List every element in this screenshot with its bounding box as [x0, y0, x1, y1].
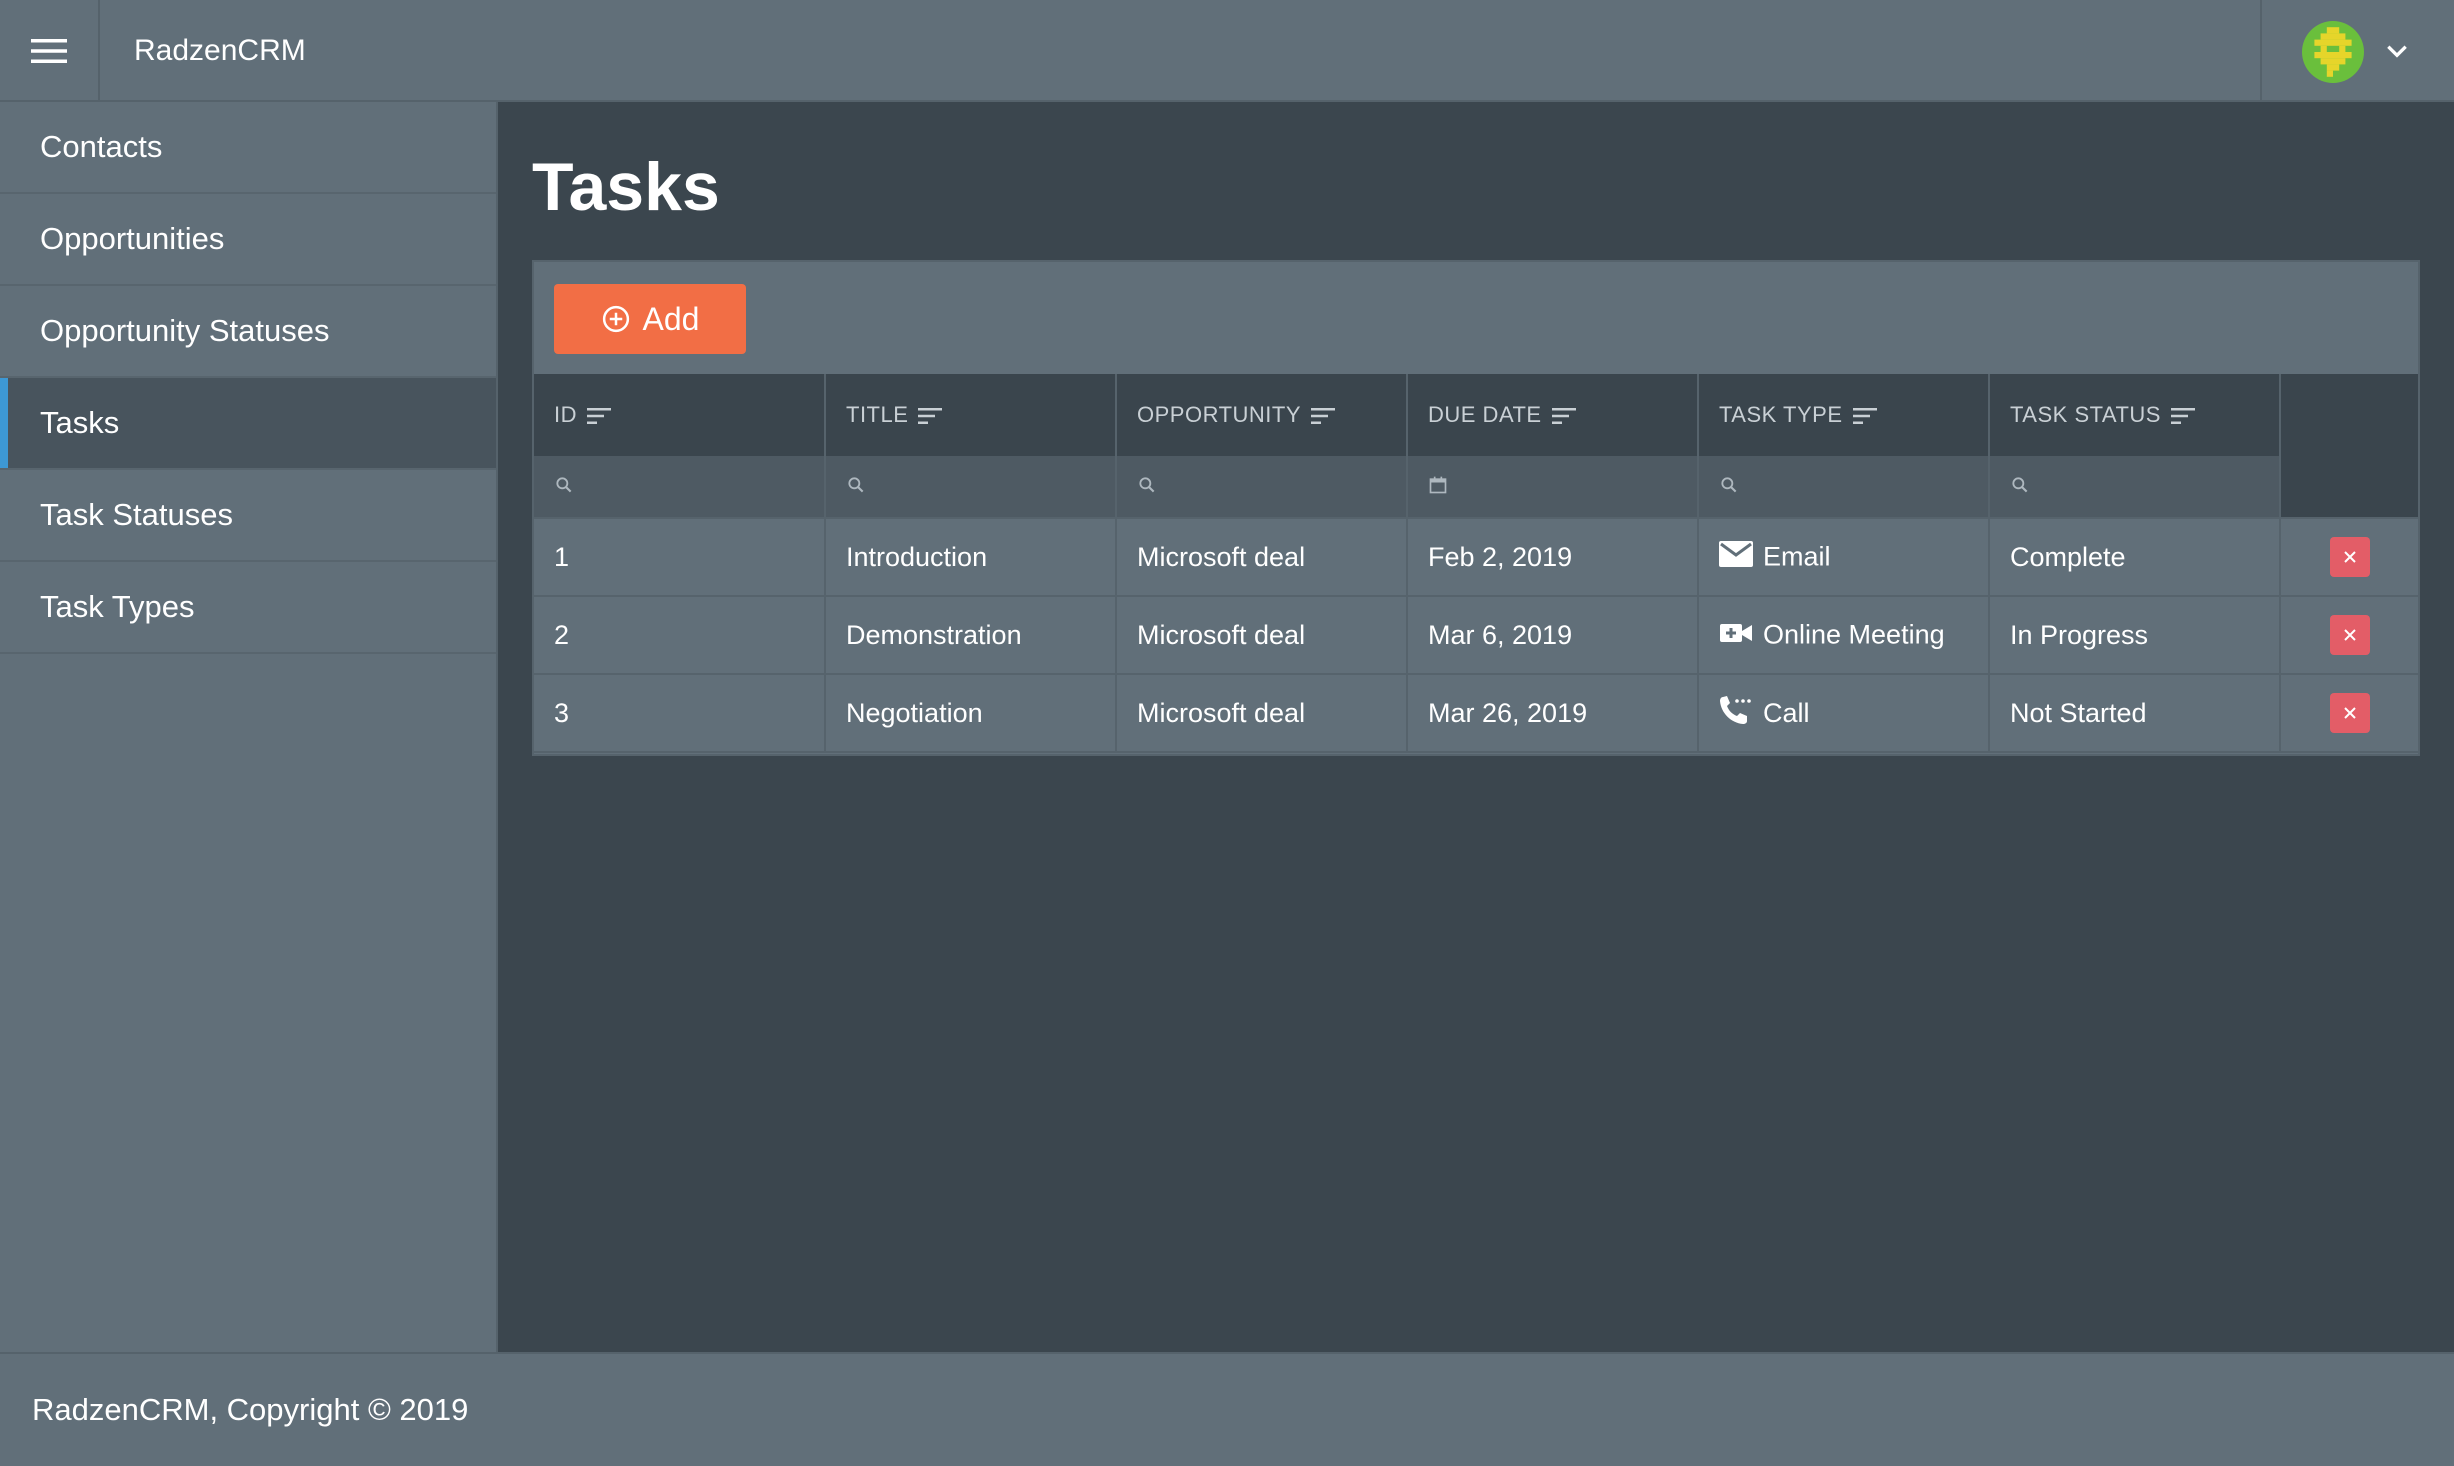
table-row[interactable]: 3 Negotiation Microsoft deal Mar 26, 201…: [534, 674, 2418, 753]
filter-id[interactable]: [534, 456, 826, 519]
cell-task-type: Email: [1698, 518, 1990, 597]
table-row[interactable]: 2 Demonstration Microsoft deal Mar 6, 20…: [534, 596, 2418, 675]
cell-due-date: Mar 6, 2019: [1407, 596, 1699, 675]
cell-id: 1: [534, 518, 826, 597]
filter-due-date[interactable]: [1407, 456, 1699, 519]
sidebar-item-contacts[interactable]: Contacts: [0, 102, 496, 194]
cell-opportunity: Microsoft deal: [1116, 596, 1408, 675]
delete-button[interactable]: [2329, 537, 2370, 577]
column-label-opportunity: OPPORTUNITY: [1137, 402, 1302, 428]
sidebar-item-tasks[interactable]: Tasks: [0, 378, 496, 470]
filter-opportunity[interactable]: [1116, 456, 1408, 519]
grid-toolbar: Add: [534, 262, 2418, 374]
app-root: RadzenCRM Contacts Opportunities Opportu…: [0, 0, 2454, 1466]
app-brand: RadzenCRM: [134, 34, 306, 67]
sidebar-item-opportunity-statuses[interactable]: Opportunity Statuses: [0, 286, 496, 378]
delete-button[interactable]: [2329, 615, 2370, 655]
column-header-opportunity[interactable]: OPPORTUNITY: [1116, 374, 1408, 456]
sidebar-item-task-statuses[interactable]: Task Statuses: [0, 470, 496, 562]
filter-row: [534, 456, 2418, 519]
tasks-grid: Add ID TITLE OPPORTUNITY DUE DATE TASK T…: [532, 260, 2420, 756]
cell-task-status: In Progress: [1989, 596, 2281, 675]
sidebar-item-task-types[interactable]: Task Types: [0, 562, 496, 654]
search-icon: [848, 477, 864, 493]
column-label-due-date: DUE DATE: [1428, 402, 1542, 428]
search-icon: [1721, 477, 1737, 493]
sort-icon: [1311, 407, 1336, 424]
sidebar-toggle-button[interactable]: [0, 0, 100, 102]
cell-title: Negotiation: [825, 674, 1117, 753]
sort-icon: [2170, 407, 2195, 424]
page-footer: RadzenCRM, Copyright © 2019: [0, 1352, 2454, 1466]
filter-title[interactable]: [825, 456, 1117, 519]
filter-task-type[interactable]: [1698, 456, 1990, 519]
search-icon: [556, 477, 572, 493]
top-header: RadzenCRM: [0, 0, 2454, 102]
cell-actions: [2280, 518, 2418, 597]
add-task-button[interactable]: Add: [554, 284, 746, 354]
sort-icon: [918, 407, 943, 424]
cell-id: 3: [534, 674, 826, 753]
cell-task-status: Complete: [1989, 518, 2281, 597]
phone-call-icon: [1719, 695, 1753, 732]
task-type-label: Email: [1763, 541, 1831, 572]
sort-icon: [587, 407, 611, 424]
hamburger-menu-icon: [31, 39, 67, 63]
chevron-down-icon: [2387, 45, 2407, 58]
page-title: Tasks: [532, 149, 720, 225]
cell-id: 2: [534, 596, 826, 675]
main-content: Tasks Add ID TITLE OPPORTUNITY DUE DATE …: [498, 102, 2454, 1352]
cell-opportunity: Microsoft deal: [1116, 674, 1408, 753]
column-header-title[interactable]: TITLE: [825, 374, 1117, 456]
profile-menu[interactable]: [2260, 0, 2454, 102]
column-header-id[interactable]: ID: [534, 374, 826, 456]
table-row[interactable]: 1 Introduction Microsoft deal Feb 2, 201…: [534, 518, 2418, 597]
cell-task-status: Not Started: [1989, 674, 2281, 753]
calendar-icon: [1429, 476, 1447, 494]
video-call-icon: [1719, 619, 1753, 652]
close-icon: [2343, 551, 2356, 563]
search-icon: [1139, 477, 1155, 493]
sidebar-item-opportunities[interactable]: Opportunities: [0, 194, 496, 286]
close-icon: [2343, 707, 2356, 719]
filter-actions-blank: [2280, 456, 2418, 519]
sort-icon: [1551, 407, 1576, 424]
cell-task-type: Call: [1698, 674, 1990, 753]
email-icon: [1719, 540, 1753, 574]
column-label-task-status: TASK STATUS: [2010, 402, 2161, 428]
close-icon: [2343, 629, 2356, 641]
column-header-due-date[interactable]: DUE DATE: [1407, 374, 1699, 456]
cell-due-date: Feb 2, 2019: [1407, 518, 1699, 597]
cell-opportunity: Microsoft deal: [1116, 518, 1408, 597]
delete-button[interactable]: [2329, 693, 2370, 733]
column-header-task-type[interactable]: TASK TYPE: [1698, 374, 1990, 456]
add-button-label: Add: [642, 300, 700, 337]
copyright-text: RadzenCRM, Copyright © 2019: [32, 1392, 469, 1427]
sort-icon: [1852, 407, 1877, 424]
column-header-actions: [2280, 374, 2418, 456]
tasks-table: ID TITLE OPPORTUNITY DUE DATE TASK TYPE …: [534, 374, 2418, 753]
column-label-title: TITLE: [846, 402, 909, 428]
add-circle-icon: [602, 305, 629, 333]
search-icon: [2012, 477, 2028, 493]
cell-due-date: Mar 26, 2019: [1407, 674, 1699, 753]
column-label-task-type: TASK TYPE: [1719, 402, 1843, 428]
cell-title: Introduction: [825, 518, 1117, 597]
cell-actions: [2280, 674, 2418, 753]
filter-task-status[interactable]: [1989, 456, 2281, 519]
cell-title: Demonstration: [825, 596, 1117, 675]
task-type-label: Call: [1763, 697, 1810, 728]
cell-task-type: Online Meeting: [1698, 596, 1990, 675]
column-header-task-status[interactable]: TASK STATUS: [1989, 374, 2281, 456]
cell-actions: [2280, 596, 2418, 675]
user-avatar-icon: [2302, 21, 2364, 83]
sidebar-nav: Contacts Opportunities Opportunity Statu…: [0, 102, 498, 1352]
task-type-label: Online Meeting: [1763, 619, 1945, 650]
column-label-id: ID: [554, 402, 577, 428]
